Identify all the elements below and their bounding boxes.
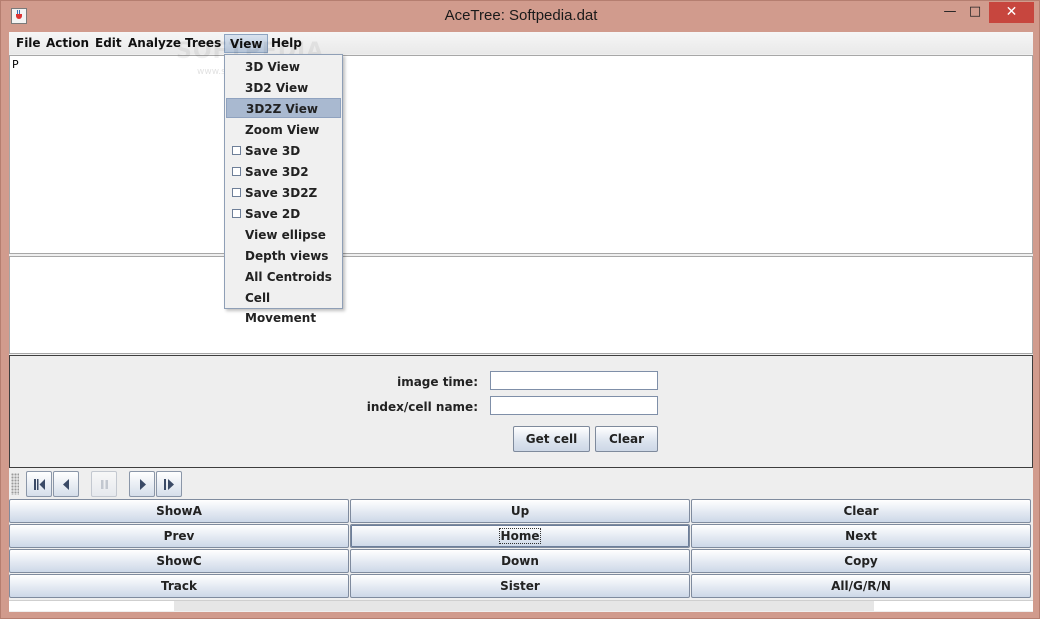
showa-label: ShowA [156, 504, 202, 518]
track-label: Track [161, 579, 197, 593]
menu-item-label: 3D View [245, 60, 300, 74]
all-g-r-n-button[interactable]: All/G/R/N [691, 574, 1031, 598]
next-button[interactable]: Next [691, 524, 1031, 548]
menu-item-zoom-view[interactable]: Zoom View [226, 120, 341, 140]
playback-toolbar [9, 469, 1033, 499]
menu-action[interactable]: Action [41, 34, 94, 53]
menu-item-save-3d2z[interactable]: Save 3D2Z [226, 183, 341, 203]
up-button[interactable]: Up [350, 499, 690, 523]
menu-item-label: Save 3D2 [245, 165, 309, 179]
maximize-button[interactable]: □ [963, 2, 987, 23]
skip-back-icon [34, 479, 45, 490]
text-pane[interactable] [9, 256, 1033, 354]
menu-item-label: 3D2 View [245, 81, 309, 95]
menu-item-label: Save 2D [245, 207, 301, 221]
image-time-label: image time: [397, 375, 478, 389]
clear-button[interactable]: Clear [691, 499, 1031, 523]
title-bar[interactable]: AceTree: Softpedia.dat — □ ✕ [1, 1, 1040, 32]
home-label: Home [498, 528, 542, 544]
step-back-button[interactable] [53, 471, 79, 497]
menu-item-label: Save 3D [245, 144, 301, 158]
track-button[interactable]: Track [9, 574, 349, 598]
menu-item-all-centroids[interactable]: All Centroids [226, 267, 341, 287]
app-window: AceTree: Softpedia.dat — □ ✕ File Action… [0, 0, 1040, 619]
step-forward-button[interactable] [156, 471, 182, 497]
pause-icon [101, 480, 108, 489]
menu-item-label: Save 3D2Z [245, 186, 318, 200]
step-back-icon [63, 479, 69, 490]
tree-root-label[interactable]: P [12, 58, 19, 71]
window-title: AceTree: Softpedia.dat [444, 7, 598, 24]
menu-item-save-3d[interactable]: Save 3D [226, 141, 341, 161]
clear-label: Clear [843, 504, 879, 518]
home-button[interactable]: Home [350, 524, 690, 548]
prev-label: Prev [163, 529, 195, 543]
copy-button[interactable]: Copy [691, 549, 1031, 573]
all-g-r-n-label: All/G/R/N [831, 579, 891, 593]
clear-form-button[interactable]: Clear [595, 426, 658, 452]
horizontal-scrollbar[interactable] [9, 600, 1033, 611]
menu-item-3d-view[interactable]: 3D View [226, 57, 341, 77]
menu-item-3d2z-view[interactable]: 3D2Z View [226, 98, 341, 118]
menu-item-label: Zoom View [245, 123, 320, 137]
play-button[interactable] [129, 471, 155, 497]
checkbox-icon[interactable] [232, 167, 241, 176]
down-button[interactable]: Down [350, 549, 690, 573]
prev-button[interactable]: Prev [9, 524, 349, 548]
play-icon [140, 479, 146, 490]
menu-bar: File Action Edit Analyze Trees View Help [9, 32, 1033, 54]
index-cell-name-label: index/cell name: [366, 400, 478, 414]
menu-item-label: Depth views [245, 249, 329, 263]
checkbox-icon[interactable] [232, 146, 241, 155]
next-label: Next [845, 529, 877, 543]
showc-button[interactable]: ShowC [9, 549, 349, 573]
view-menu-dropdown: 3D View 3D2 View 3D2Z View Zoom View Sav… [224, 54, 343, 325]
step-forward-icon [164, 479, 174, 490]
copy-label: Copy [844, 554, 878, 568]
menu-item-label: View ellipse [245, 228, 326, 242]
menu-item-save-2d[interactable]: Save 2D [226, 204, 341, 224]
tree-pane[interactable]: P [9, 55, 1033, 254]
index-cell-name-input[interactable] [490, 396, 658, 415]
menu-item-3d2-view[interactable]: 3D2 View [226, 78, 341, 98]
checkbox-icon[interactable] [232, 209, 241, 218]
scrollbar-thumb[interactable] [174, 601, 874, 611]
showa-button[interactable]: ShowA [9, 499, 349, 523]
menu-item-cell-movement[interactable]: Cell Movement [226, 288, 341, 325]
checkbox-icon[interactable] [232, 188, 241, 197]
minimize-button[interactable]: — [939, 2, 961, 23]
menu-item-save-3d2[interactable]: Save 3D2 [226, 162, 341, 182]
pause-button[interactable] [91, 471, 117, 497]
client-area: File Action Edit Analyze Trees View Help… [9, 32, 1033, 612]
image-time-input[interactable] [490, 371, 658, 390]
showc-label: ShowC [156, 554, 202, 568]
toolbar-grip-icon[interactable] [11, 473, 19, 495]
menu-edit[interactable]: Edit [90, 34, 127, 53]
sister-button[interactable]: Sister [350, 574, 690, 598]
close-button[interactable]: ✕ [989, 2, 1034, 23]
menu-item-label: 3D2Z View [246, 102, 318, 116]
sister-label: Sister [500, 579, 540, 593]
navigation-button-grid: ShowA Up Clear Prev Home Next ShowC Down… [9, 499, 1033, 599]
down-label: Down [501, 554, 539, 568]
skip-back-button[interactable] [26, 471, 52, 497]
menu-item-depth-views[interactable]: Depth views [226, 246, 341, 266]
up-label: Up [510, 504, 530, 518]
menu-item-label: Cell Movement [245, 291, 317, 325]
cell-lookup-panel: image time: index/cell name: Get cell Cl… [9, 355, 1033, 468]
menu-item-view-ellipse[interactable]: View ellipse [226, 225, 341, 245]
menu-item-label: All Centroids [245, 270, 332, 284]
get-cell-button[interactable]: Get cell [513, 426, 590, 452]
